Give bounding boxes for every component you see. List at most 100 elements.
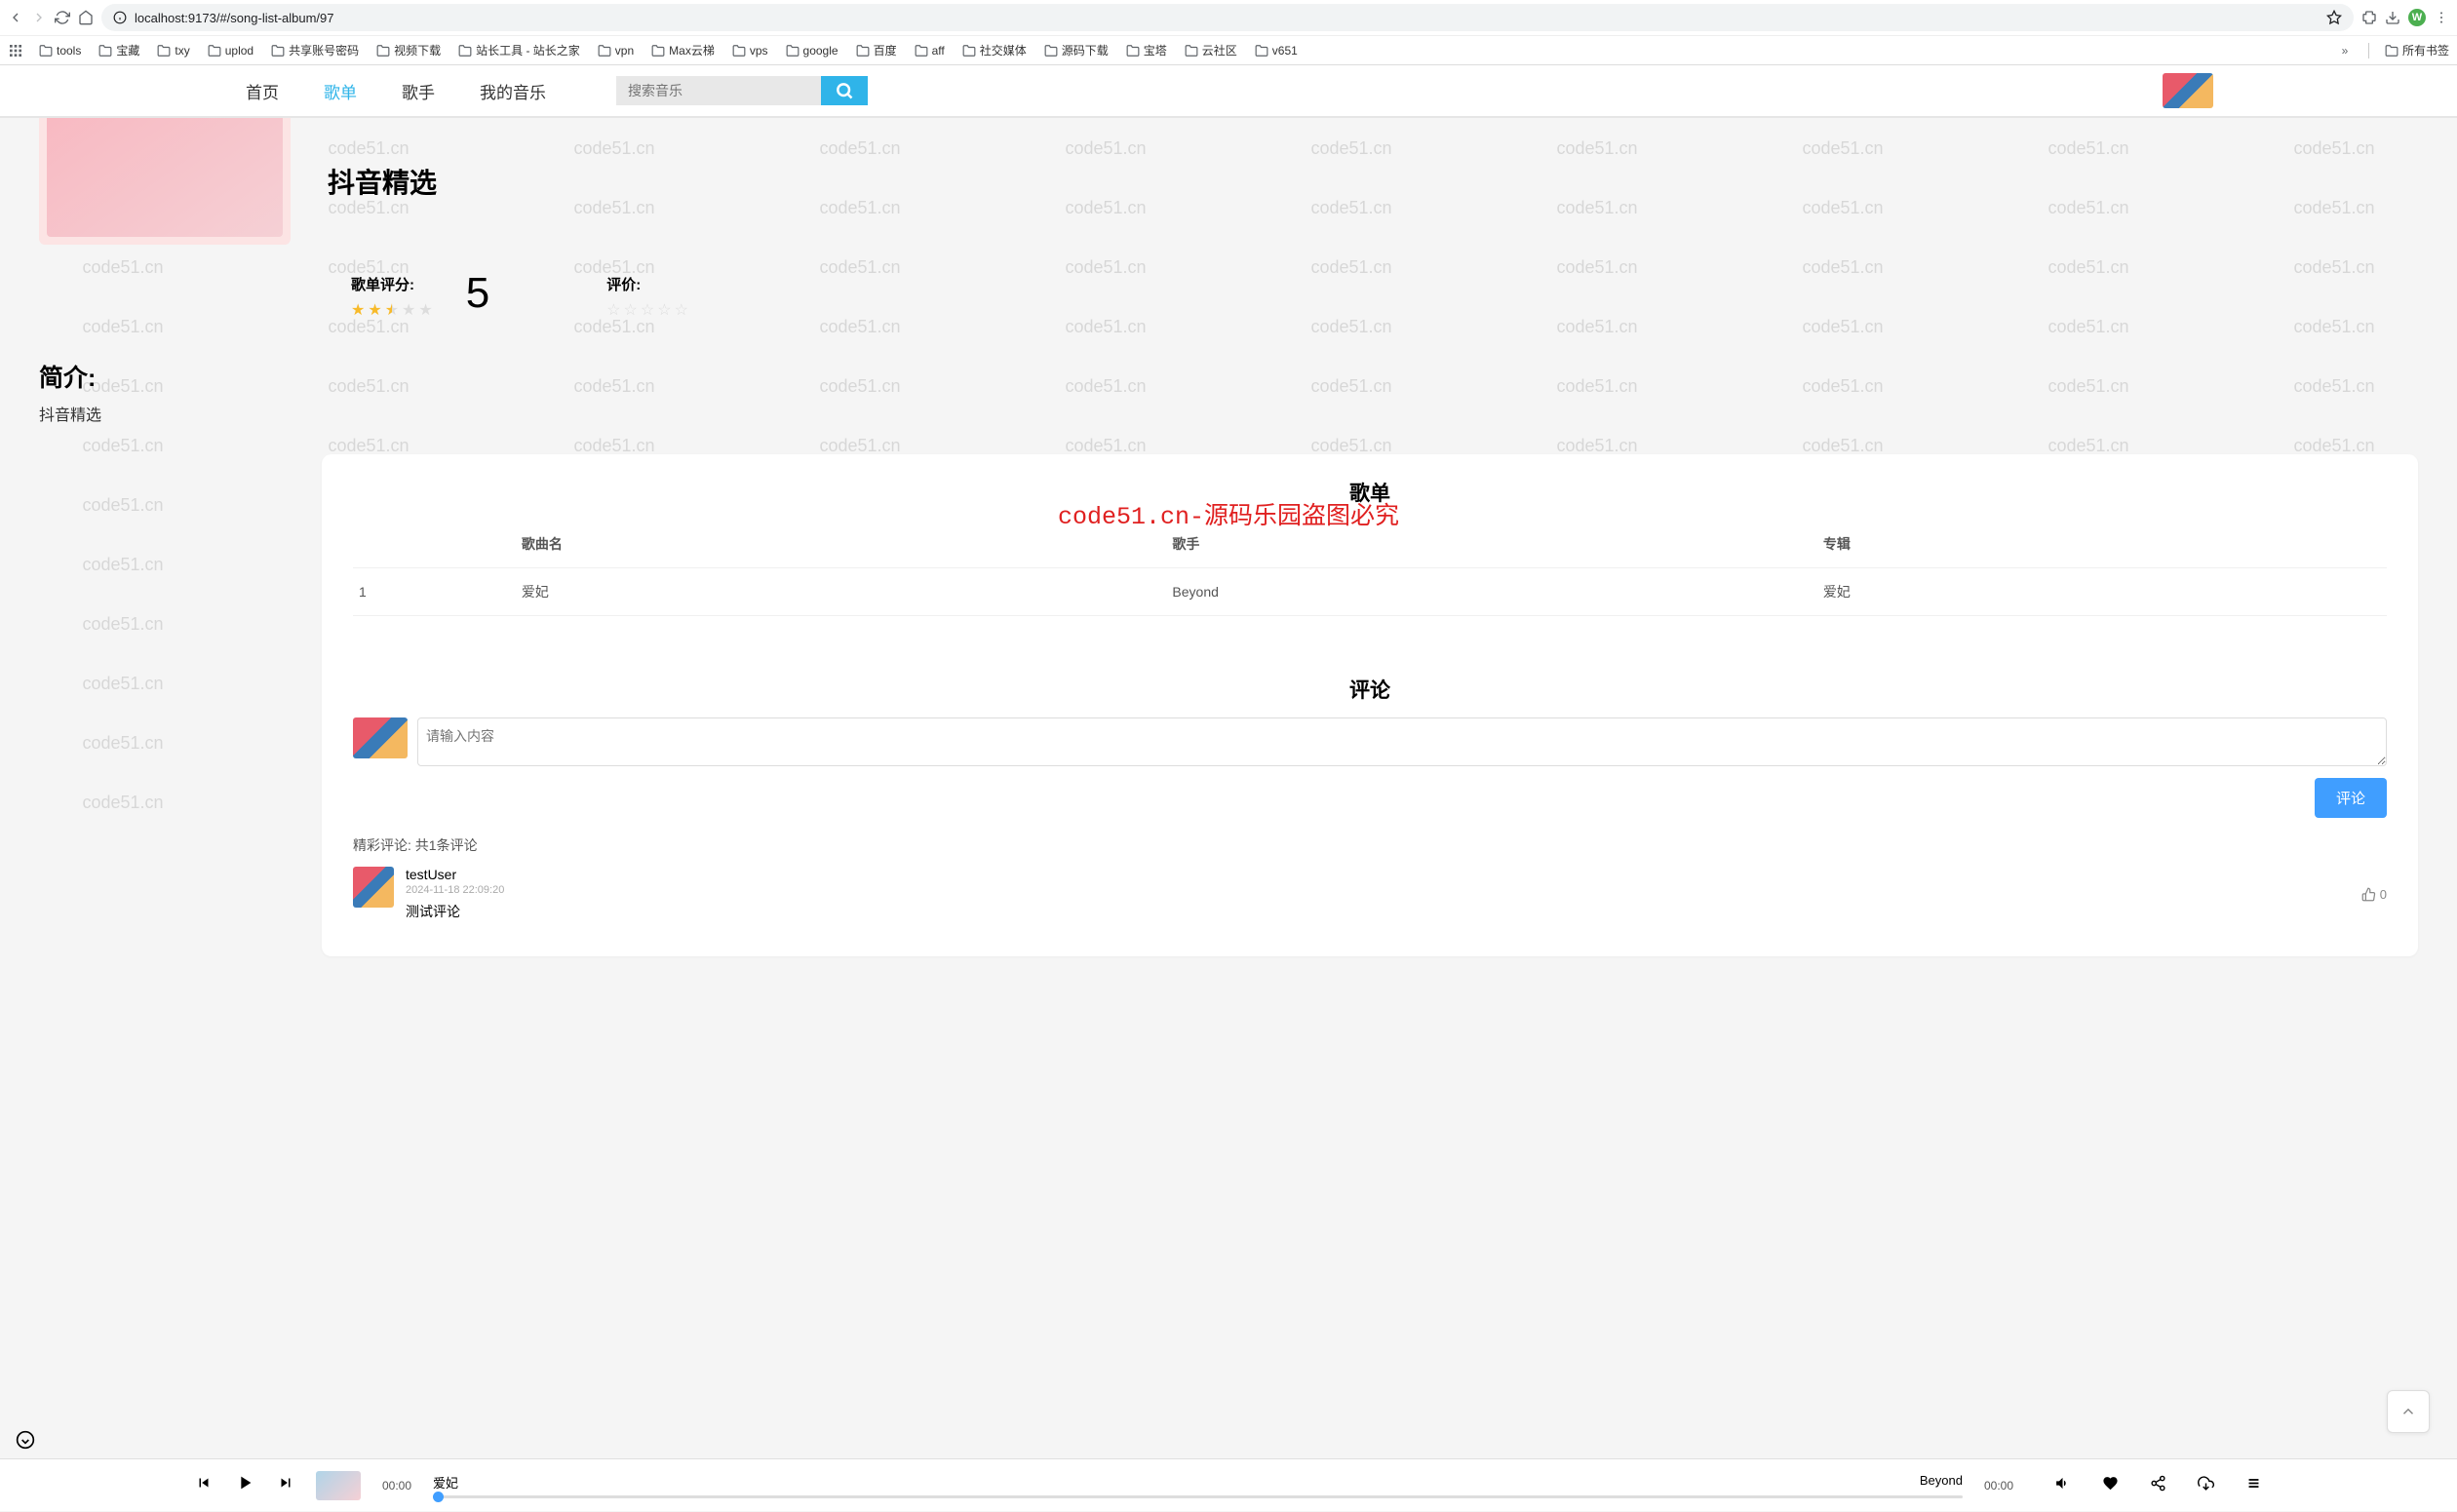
star-icon[interactable]: ☆ (606, 300, 620, 320)
bookmark-overflow-icon[interactable]: » (2337, 43, 2353, 58)
folder-icon (786, 44, 800, 58)
time-end: 00:00 (1984, 1479, 2013, 1493)
play-button[interactable] (234, 1472, 255, 1498)
comment-user: testUser (406, 867, 2350, 882)
folder-icon (39, 44, 53, 58)
reload-icon[interactable] (55, 10, 70, 25)
profile-avatar[interactable]: W (2408, 9, 2426, 26)
search-input[interactable] (616, 76, 821, 105)
col-singer: 歌手 (1166, 521, 1817, 568)
app-header: 首页 歌单 歌手 我的音乐 (0, 65, 2457, 118)
nav-items: 首页 歌单 歌手 我的音乐 (244, 75, 548, 107)
prev-button[interactable] (195, 1474, 213, 1496)
downloads-icon[interactable] (2385, 10, 2400, 25)
expand-toggle[interactable] (16, 1430, 35, 1454)
volume-button[interactable] (2054, 1475, 2071, 1496)
chevron-down-circle-icon (16, 1430, 35, 1450)
comment-avatar (353, 717, 408, 758)
bookmark-item[interactable]: tools (39, 42, 81, 58)
like-button[interactable] (2102, 1475, 2119, 1496)
url-bar[interactable]: localhost:9173/#/song-list-album/97 (101, 4, 2354, 31)
all-bookmarks[interactable]: 所有书签 (2385, 42, 2449, 58)
chevron-up-icon (2399, 1403, 2417, 1420)
bookmark-item[interactable]: 云社区 (1185, 42, 1237, 58)
forward-icon[interactable] (31, 10, 47, 25)
search-wrap (616, 76, 868, 105)
folder-icon (856, 44, 870, 58)
bookmark-item[interactable]: 站长工具 - 站长之家 (458, 42, 580, 58)
bookmark-item[interactable]: 共享账号密码 (271, 42, 359, 58)
star-icon[interactable]: ☆ (657, 300, 671, 320)
table-row[interactable]: 1 爱妃 Beyond 爱妃 (353, 568, 2387, 616)
eval-stars[interactable]: ☆ ☆ ☆ ☆ ☆ (606, 300, 688, 320)
progress-handle[interactable] (433, 1492, 444, 1502)
folder-icon (376, 44, 390, 58)
track-cover[interactable] (316, 1471, 361, 1500)
bookmark-item[interactable]: 源码下载 (1044, 42, 1109, 58)
folder-icon (458, 44, 472, 58)
bookmark-item[interactable]: Max云梯 (651, 42, 715, 58)
bookmark-item[interactable]: vpn (598, 42, 634, 58)
nav-singer[interactable]: 歌手 (400, 75, 437, 107)
star-icon: ★ (418, 300, 432, 320)
extensions-icon[interactable] (2361, 10, 2377, 25)
folder-icon (962, 44, 976, 58)
bookmark-item[interactable]: 宝藏 (98, 42, 139, 58)
bookmark-item[interactable]: google (786, 42, 838, 58)
user-avatar[interactable] (2163, 73, 2213, 108)
download-button[interactable] (2198, 1475, 2214, 1496)
bookmark-item[interactable]: v651 (1255, 42, 1298, 58)
songlist-title: 歌单 (353, 478, 2387, 507)
bookmark-item[interactable]: 视频下载 (376, 42, 441, 58)
bookmark-item[interactable]: vps (732, 42, 768, 58)
bookmark-item[interactable]: aff (915, 42, 945, 58)
album-cover (39, 118, 291, 245)
share-button[interactable] (2150, 1475, 2166, 1496)
bookmark-item[interactable]: 社交媒体 (962, 42, 1027, 58)
progress-bar[interactable] (433, 1495, 1963, 1498)
star-icon: ★ (385, 300, 399, 320)
bookmark-item[interactable]: txy (157, 42, 189, 58)
bookmarks-bar: tools 宝藏 txy uplod 共享账号密码 视频下载 站长工具 - 站长之家 vpn M… (0, 35, 2457, 64)
comment-input[interactable] (417, 717, 2387, 766)
nav-home[interactable]: 首页 (244, 75, 281, 107)
comment-like[interactable]: 0 (2361, 867, 2387, 921)
comment-submit-button[interactable]: 评论 (2315, 778, 2387, 818)
star-icon[interactable] (2326, 10, 2342, 25)
star-icon[interactable]: ☆ (675, 300, 688, 320)
bookmark-item[interactable]: uplod (208, 42, 254, 58)
folder-icon (598, 44, 611, 58)
album-title: 抖音精选 (328, 162, 437, 201)
row-idx: 1 (353, 568, 516, 616)
col-name: 歌曲名 (516, 521, 1167, 568)
star-icon[interactable]: ☆ (624, 300, 638, 320)
search-icon (835, 81, 854, 100)
player-bar: 00:00 爱妃 Beyond 00:00 (0, 1458, 2457, 1511)
folder-icon (98, 44, 112, 58)
scroll-top-button[interactable] (2387, 1390, 2430, 1433)
playlist-button[interactable] (2245, 1475, 2262, 1496)
nav-playlist[interactable]: 歌单 (322, 75, 359, 107)
songlist-card: 歌单 歌曲名 歌手 专辑 1 爱妃 Beyond 爱妃 评论 (322, 454, 2418, 956)
thumbs-up-icon (2361, 887, 2376, 902)
folder-icon (1126, 44, 1140, 58)
col-album: 专辑 (1817, 521, 2387, 568)
intro-text: 抖音精选 (39, 402, 2418, 425)
folder-icon (2385, 44, 2398, 58)
song-table: 歌曲名 歌手 专辑 1 爱妃 Beyond 爱妃 (353, 521, 2387, 616)
home-icon[interactable] (78, 10, 94, 25)
back-icon[interactable] (8, 10, 23, 25)
nav-mymusic[interactable]: 我的音乐 (478, 75, 548, 107)
star-icon[interactable]: ☆ (641, 300, 654, 320)
folder-icon (732, 44, 746, 58)
comment-item-avatar (353, 867, 394, 908)
bookmark-item[interactable]: 宝塔 (1126, 42, 1167, 58)
folder-icon (651, 44, 665, 58)
star-icon: ★ (368, 300, 381, 320)
bookmark-item[interactable]: 百度 (856, 42, 897, 58)
menu-icon[interactable] (2434, 10, 2449, 25)
folder-icon (1185, 44, 1198, 58)
search-button[interactable] (821, 76, 868, 105)
next-button[interactable] (277, 1474, 294, 1496)
apps-icon[interactable] (8, 43, 23, 58)
